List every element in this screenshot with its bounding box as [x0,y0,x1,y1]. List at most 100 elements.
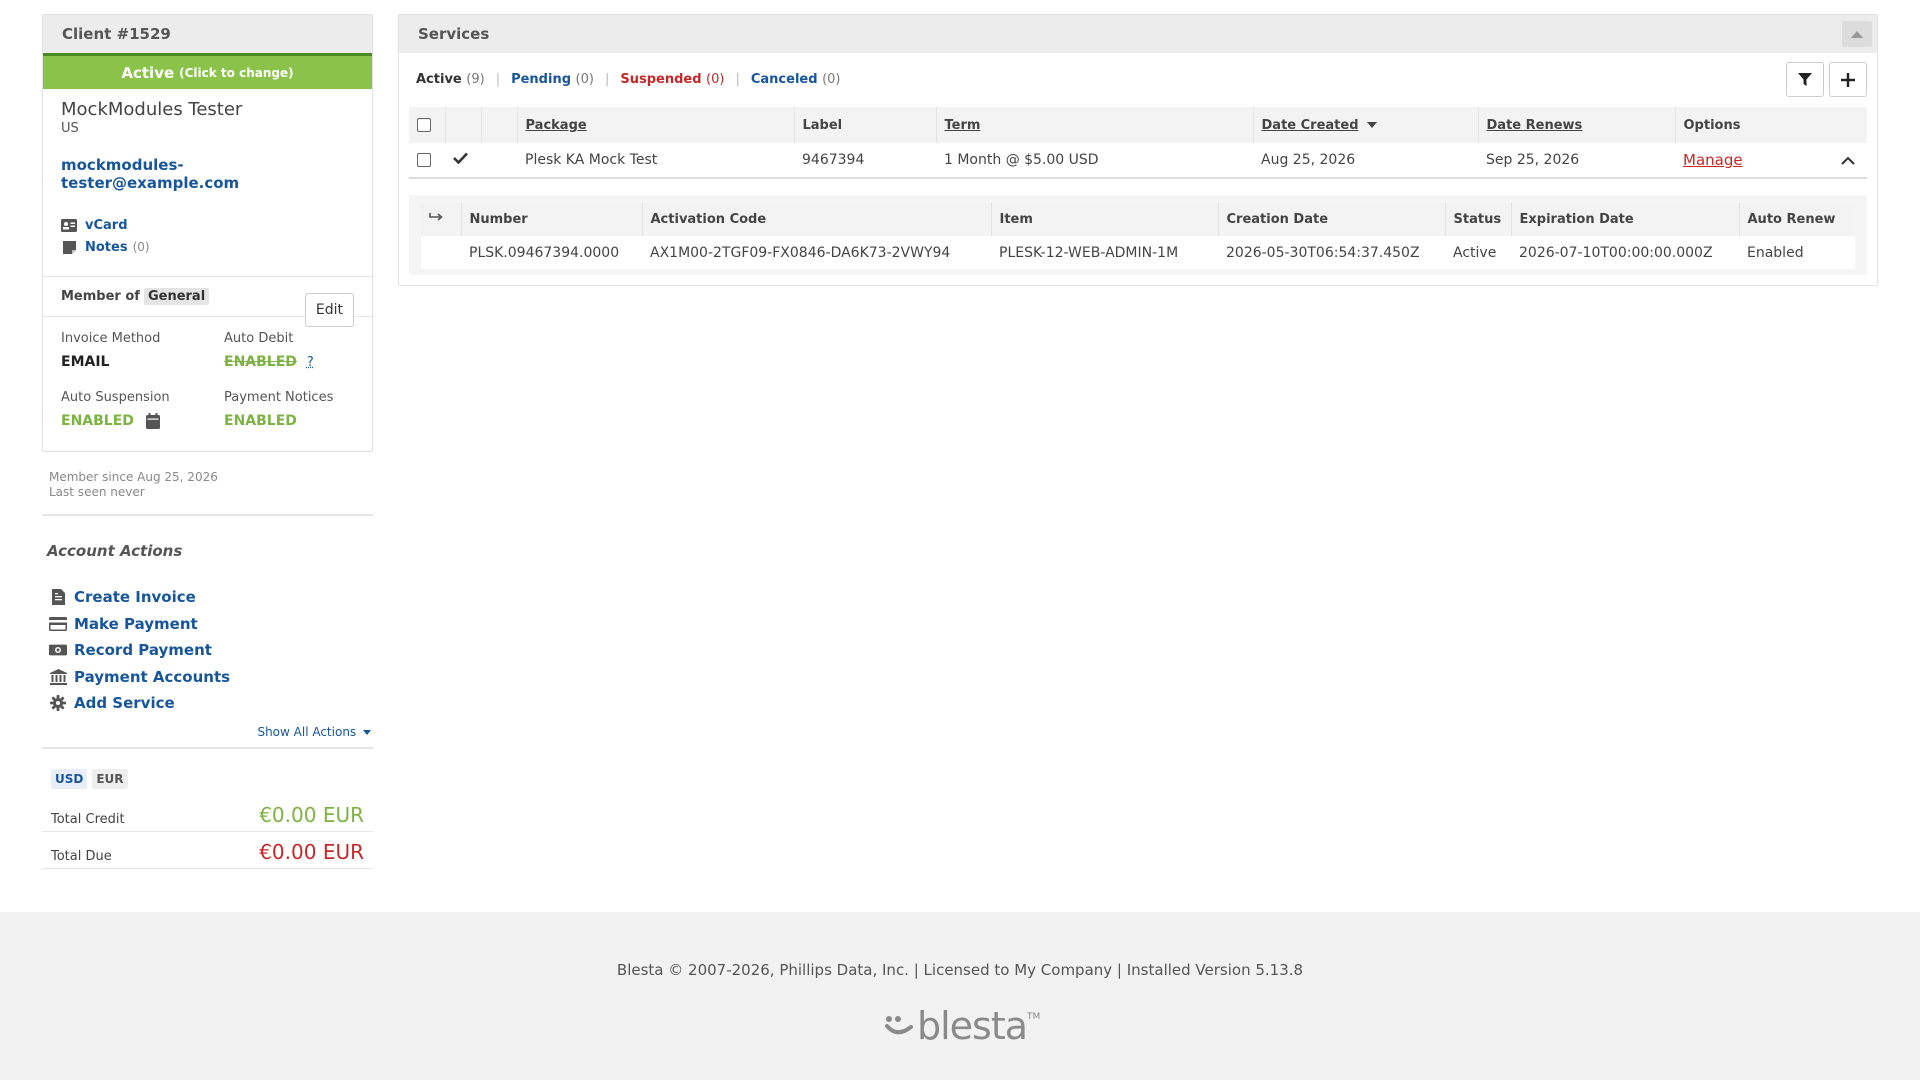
calendar-icon[interactable] [145,413,160,429]
auto-debit-status: ENABLED [224,354,297,370]
client-status-hint: (Click to change) [179,65,294,80]
action-create-invoice[interactable]: Create Invoice [42,584,373,611]
caret-down-icon [363,729,371,735]
credit-card-icon [49,616,67,632]
service-term: 1 Month @ $5.00 USD [936,143,1253,179]
subitem-arrow-icon [429,213,443,221]
client-links: vCard Notes (0) [61,214,354,258]
services-title: Services [418,25,490,43]
auto-debit-help-link[interactable]: ? [307,355,314,370]
col-expiration-date: Expiration Date [1510,203,1739,236]
currency-tabs: USD EUR [42,768,373,789]
checkmark-icon [453,152,468,165]
service-date-renews: Sep 25, 2026 [1478,143,1675,179]
currency-tab-eur[interactable]: EUR [92,768,128,789]
member-of-label: Member of [61,289,140,304]
action-make-payment-link[interactable]: Make Payment [74,615,198,633]
tab-canceled[interactable]: Canceled (0) [751,72,841,87]
column-options: Options [1674,107,1867,143]
collapse-panel-button[interactable] [1842,21,1872,47]
client-email-link[interactable]: mockmodules-tester@example.com [61,156,354,192]
show-all-actions-label: Show All Actions [257,724,357,739]
sort-package[interactable]: Package [526,118,587,133]
invoice-icon [49,589,67,606]
action-record-payment-link[interactable]: Record Payment [74,641,212,659]
services-table: Package Label Term Date Created Date Ren… [409,107,1867,179]
total-due-row: Total Due €0.00 EUR [42,832,373,869]
service-details-table: Number Activation Code Item Creation Dat… [421,203,1855,269]
services-status-tabs: Active (9) | Pending (0) | Suspended (0)… [416,72,841,87]
auto-suspension-status: ENABLED [61,413,134,429]
service-details-header: Number Activation Code Item Creation Dat… [421,203,1855,236]
add-service-button[interactable] [1829,62,1867,97]
manage-service-link[interactable]: Manage [1683,151,1743,169]
total-due-label: Total Due [51,848,112,864]
detail-creation-date: 2026-05-30T06:54:37.450Z [1218,236,1445,269]
action-payment-accounts-link[interactable]: Payment Accounts [74,668,230,686]
currency-tab-usd[interactable]: USD [51,768,88,789]
blesta-smile-icon [885,1016,913,1035]
blesta-logo-text: blesta [917,1004,1028,1048]
auto-debit-label: Auto Debit [224,331,294,346]
action-payment-accounts[interactable]: Payment Accounts [42,664,373,691]
sort-term[interactable]: Term [945,118,981,133]
tab-active[interactable]: Active (9) [416,72,485,87]
detail-expiration-date: 2026-07-10T00:00:00.000Z [1511,236,1739,269]
sort-date-created[interactable]: Date Created [1262,118,1359,133]
client-status-toggle[interactable]: Active (Click to change) [43,53,372,89]
payment-notices-value: ENABLED [224,413,297,429]
auto-debit-value: ENABLED ? [224,354,354,370]
notes-count: (0) [132,240,150,254]
column-label: Label [793,107,936,143]
client-name: MockModules Tester [61,99,243,120]
blesta-logo: blesta TM [885,1004,1040,1048]
client-group-tag: General [143,288,210,305]
total-due-value: €0.00 EUR [259,839,364,864]
show-all-actions[interactable]: Show All Actions [42,725,373,749]
client-sidebar: Client #1529 Active (Click to change) Mo… [42,14,373,869]
client-card: Client #1529 Active (Click to change) Mo… [42,14,373,452]
bank-icon [49,668,67,685]
filter-icon [1798,72,1812,86]
table-row: Plesk KA Mock Test 9467394 1 Month @ $5.… [409,143,1867,179]
action-add-service[interactable]: Add Service [42,690,373,717]
detail-status: Active [1445,236,1511,269]
gear-icon [49,695,67,712]
detail-item: PLESK-12-WEB-ADMIN-1M [991,236,1218,269]
notes-icon [61,240,77,254]
edit-client-button[interactable]: Edit [304,293,354,327]
sort-date-renews[interactable]: Date Renews [1487,118,1583,133]
col-creation-date: Creation Date [1217,203,1445,236]
member-since: Member since Aug 25, 2026 Last seen neve… [42,452,373,516]
member-since-date: Member since Aug 25, 2026 [49,470,218,484]
table-row: PLSK.09467394.0000 AX1M00-2TGF09-FX0846-… [421,236,1855,269]
auto-suspension-label: Auto Suspension [61,390,170,405]
filter-button[interactable] [1786,62,1824,97]
total-credit-row: Total Credit €0.00 EUR [42,795,373,832]
action-create-invoice-link[interactable]: Create Invoice [74,588,196,606]
service-date-created: Aug 25, 2026 [1253,143,1478,179]
row-checkbox[interactable] [417,153,431,167]
service-label: 9467394 [794,143,936,179]
tab-pending[interactable]: Pending (0) [511,72,594,87]
action-record-payment[interactable]: Record Payment [42,637,373,664]
service-details: Number Activation Code Item Creation Dat… [409,195,1867,275]
total-credit-value: €0.00 EUR [259,802,364,827]
client-settings: Invoice Method EMAIL Auto Debit ENABLED … [43,317,372,451]
chevron-up-icon[interactable] [1841,153,1855,169]
services-table-header: Package Label Term Date Created Date Ren… [409,107,1867,143]
invoice-method-label: Invoice Method [61,331,161,346]
col-item: Item [990,203,1218,236]
blesta-logo-tm: TM [1027,1012,1041,1022]
services-header: Services [399,15,1877,53]
tab-suspended[interactable]: Suspended (0) [620,72,724,87]
account-actions-list: Create Invoice Make Payment Record Payme… [42,584,373,717]
action-make-payment[interactable]: Make Payment [42,611,373,638]
caret-up-icon [1851,30,1863,38]
notes-link[interactable]: Notes [85,240,128,255]
sort-desc-icon [1366,122,1377,128]
action-add-service-link[interactable]: Add Service [74,694,175,712]
select-all-checkbox[interactable] [417,118,431,132]
total-credit-label: Total Credit [51,811,125,827]
vcard-link[interactable]: vCard [85,218,128,233]
